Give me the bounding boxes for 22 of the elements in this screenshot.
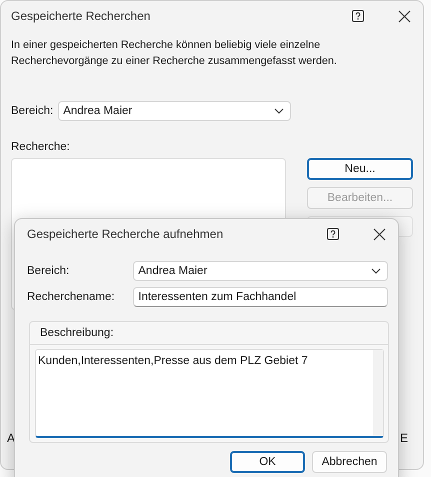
field-label: Recherchename: <box>27 291 116 303</box>
close-icon[interactable] <box>398 10 411 22</box>
name-field[interactable]: Interessenten zum Fachhandel <box>133 287 388 307</box>
dialog-button[interactable]: Neu... <box>307 158 413 180</box>
help-icon[interactable] <box>327 228 339 240</box>
dialog-button[interactable]: Abbrechen <box>312 451 387 473</box>
bereich-dropdown[interactable]: Andrea Maier <box>133 261 388 281</box>
field-label: Bereich: <box>27 265 70 277</box>
dialog-button[interactable]: OK <box>230 451 305 473</box>
description-field[interactable]: Kunden,Interessenten,Presse aus dem PLZ Gebiet 7 <box>35 349 384 438</box>
field-label: Bereich: <box>11 105 54 117</box>
group-label: Beschreibung: <box>40 327 114 339</box>
window-title: Gespeicherte Recherchen <box>11 9 152 23</box>
close-icon[interactable] <box>373 228 386 240</box>
intro-text: In einer gespeicherten Recherche können beliebig viele einzelne Recherchevorgänge zu einer Recherche zusammengefasst werden. <box>11 38 338 69</box>
window-title: Gespeicherte Recherche aufnehmen <box>27 227 224 241</box>
cut-text: E <box>400 431 408 445</box>
bereich-dropdown[interactable]: Andrea Maier <box>58 101 292 121</box>
field-label: Recherche: <box>11 141 70 153</box>
chevron-icon <box>274 108 284 114</box>
help-icon[interactable] <box>352 10 364 22</box>
chevron-icon <box>371 268 381 274</box>
